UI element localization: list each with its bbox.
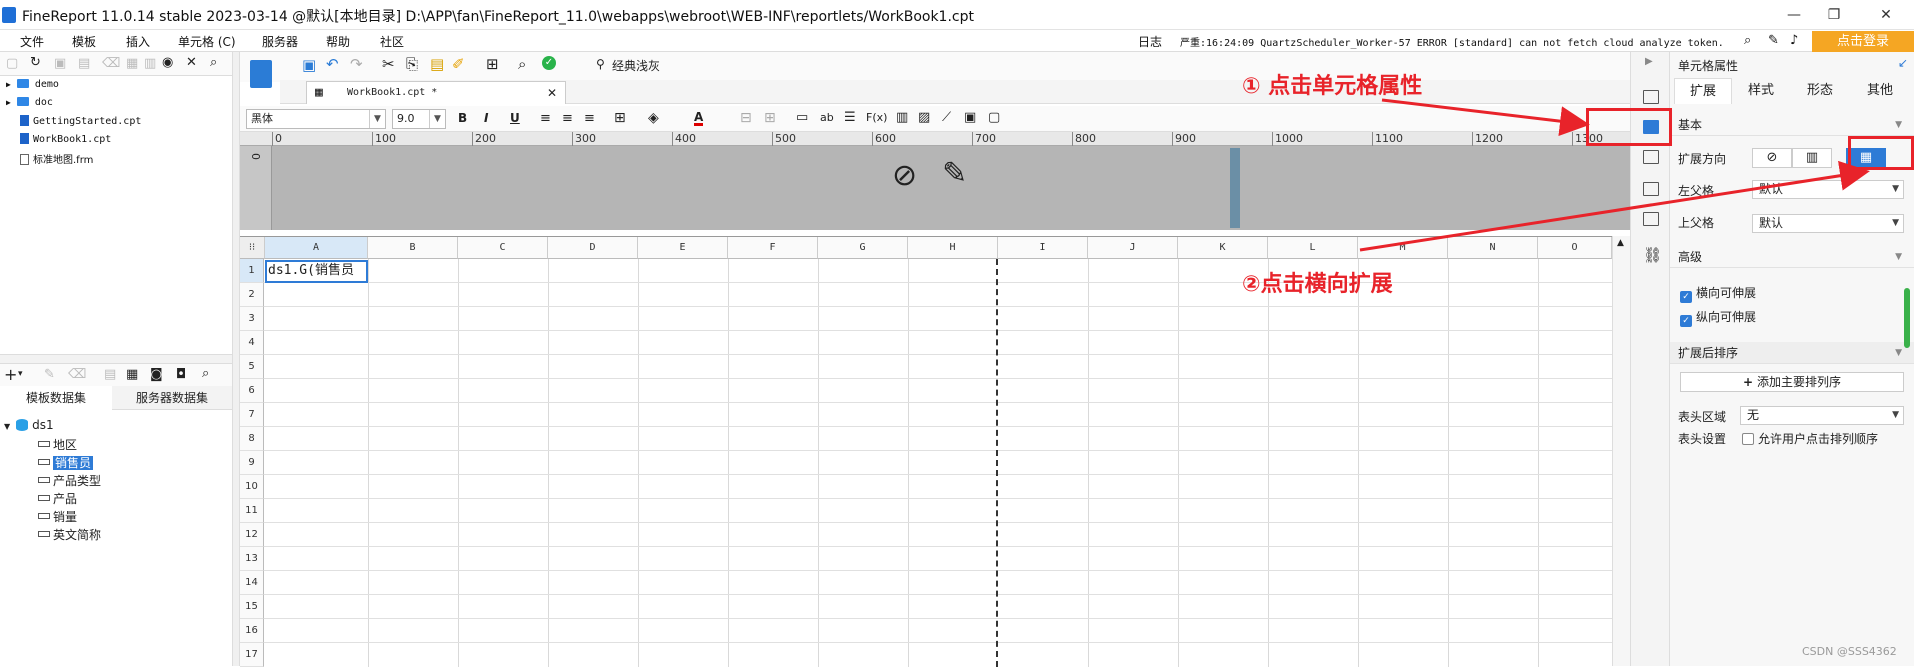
arrow-to-horizontal-expand [1359, 160, 1870, 252]
arrow-to-cell-property [1381, 98, 1590, 137]
watermark: CSDN @SSS4362 [1802, 645, 1897, 658]
annotation-arrows [1359, 98, 1870, 252]
